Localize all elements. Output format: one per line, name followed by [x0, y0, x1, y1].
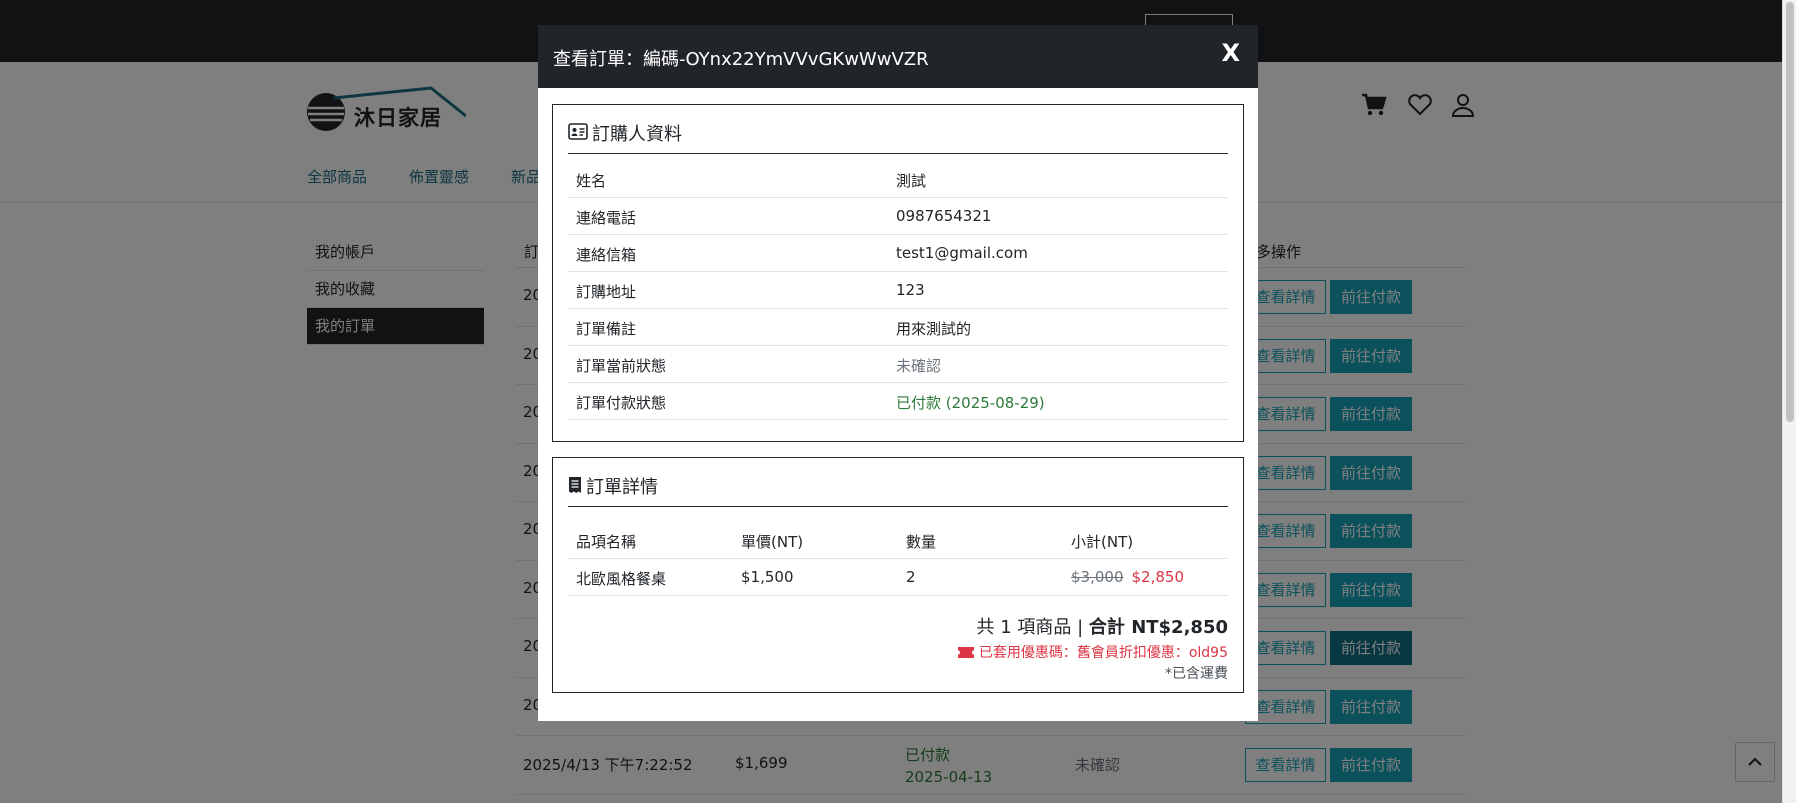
- shipping-note: *已含運費: [1165, 666, 1228, 682]
- order-detail-title: 訂單詳情: [568, 473, 1228, 507]
- order-items-header: 品項名稱 單價(NT) 數量 小計(NT): [568, 522, 1228, 559]
- close-button[interactable]: X: [1221, 39, 1240, 67]
- original-subtotal: $3,000: [1071, 568, 1124, 586]
- info-label: 訂單備註: [576, 320, 637, 338]
- info-row-address: 訂購地址 123: [568, 272, 1228, 309]
- buyer-info-table: 姓名 測試 連絡電話 0987654321 連絡信箱 test1@gmail.c…: [568, 161, 1228, 420]
- buyer-info-title: 訂購人資料: [568, 120, 1228, 154]
- info-label: 訂購地址: [576, 283, 637, 301]
- info-label: 連絡電話: [576, 209, 637, 227]
- order-summary: 共 1 項商品 | 合計 NT$2,850 已套用優惠碼：舊會員折扣優惠：old…: [958, 613, 1228, 683]
- table-row: 北歐風格餐桌 $1,500 2 $3,000 $2,850: [568, 559, 1228, 596]
- coupon-text: 已套用優惠碼：舊會員折扣優惠：old95: [978, 645, 1228, 661]
- coupon-note: 已套用優惠碼：舊會員折扣優惠：old95: [958, 642, 1228, 662]
- scrollbar-thumb[interactable]: [1786, 2, 1794, 422]
- item-price: $1,500: [741, 568, 794, 586]
- total-amount: 合計 NT$2,850: [1088, 617, 1228, 638]
- info-row-note: 訂單備註 用來測試的: [568, 309, 1228, 346]
- item-quantity: 2: [906, 568, 916, 586]
- buyer-info-title-text: 訂購人資料: [592, 124, 682, 145]
- info-row-payment-status: 訂單付款狀態 已付款 (2025-08-29): [568, 383, 1228, 420]
- order-detail-card: 訂單詳情 品項名稱 單價(NT) 數量 小計(NT) 北歐風格餐桌 $1,500…: [552, 457, 1244, 693]
- info-value: 用來測試的: [896, 320, 972, 338]
- buyer-info-card: 訂購人資料 姓名 測試 連絡電話 0987654321 連絡信箱 test1@g…: [552, 104, 1244, 442]
- order-total: 共 1 項商品 | 合計 NT$2,850: [958, 613, 1228, 639]
- modal-title: 查看訂單：編碼-OYnx22YmVVvGKwWwVZR: [553, 49, 929, 70]
- info-row-phone: 連絡電話 0987654321: [568, 198, 1228, 235]
- item-subtotal: $3,000 $2,850: [1071, 568, 1184, 586]
- order-detail-modal: 查看訂單：編碼-OYnx22YmVVvGKwWwVZR X 訂購人資料 姓名 測…: [538, 25, 1258, 721]
- info-label: 訂單當前狀態: [576, 357, 667, 375]
- info-value: 123: [896, 281, 925, 299]
- info-label: 姓名: [576, 172, 607, 190]
- payment-status-value: 已付款 (2025-08-29): [896, 394, 1045, 412]
- modal-header: 查看訂單：編碼-OYnx22YmVVvGKwWwVZR X: [538, 25, 1258, 88]
- column-quantity: 數量: [906, 533, 937, 551]
- info-label: 連絡信箱: [576, 246, 637, 264]
- discounted-subtotal: $2,850: [1131, 568, 1185, 586]
- info-row-email: 連絡信箱 test1@gmail.com: [568, 235, 1228, 272]
- receipt-icon: [569, 477, 581, 493]
- order-items-table: 品項名稱 單價(NT) 數量 小計(NT) 北歐風格餐桌 $1,500 2 $3…: [568, 522, 1228, 596]
- item-name: 北歐風格餐桌: [576, 570, 667, 588]
- column-item-name: 品項名稱: [576, 533, 637, 551]
- order-status-value: 未確認: [896, 357, 942, 375]
- order-detail-title-text: 訂單詳情: [586, 477, 658, 498]
- item-count-text: 共 1 項商品 |: [976, 617, 1089, 638]
- info-label: 訂單付款狀態: [576, 394, 667, 412]
- id-card-icon: [568, 123, 588, 140]
- info-row-name: 姓名 測試: [568, 161, 1228, 198]
- info-value: 0987654321: [896, 207, 992, 225]
- column-unit-price: 單價(NT): [741, 533, 804, 551]
- ticket-icon: [958, 647, 975, 658]
- info-value: test1@gmail.com: [896, 244, 1028, 262]
- info-row-order-status: 訂單當前狀態 未確認: [568, 346, 1228, 383]
- page-scrollbar[interactable]: [1782, 0, 1796, 803]
- info-value: 測試: [896, 172, 927, 190]
- column-subtotal: 小計(NT): [1071, 533, 1134, 551]
